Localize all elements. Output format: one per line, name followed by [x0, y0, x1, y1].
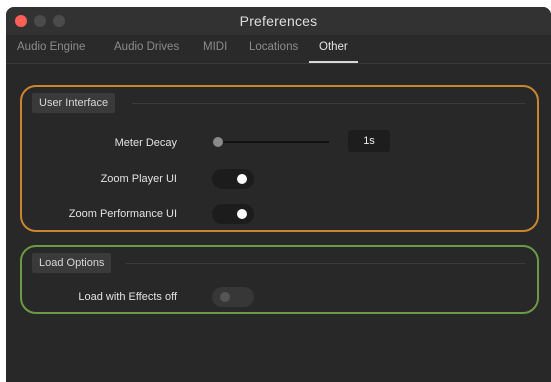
user-interface-header: User Interface	[32, 93, 116, 113]
zoom-performance-ui-toggle[interactable]	[212, 204, 254, 224]
title-bar[interactable]: Preferences	[6, 7, 551, 35]
meter-decay-slider[interactable]	[213, 135, 329, 149]
slider-thumb[interactable]	[213, 137, 223, 147]
meter-decay-label: Meter Decay	[114, 137, 177, 149]
zoom-player-ui-toggle[interactable]	[212, 169, 254, 189]
tab-bar: Audio Engine Audio Drives MIDI Locations…	[6, 35, 551, 64]
group-divider	[132, 103, 525, 104]
zoom-player-ui-label: Zoom Player UI	[100, 173, 177, 185]
slider-track	[213, 141, 329, 143]
tab-other[interactable]: Other	[309, 39, 358, 63]
preferences-window: Preferences Audio Engine Audio Drives MI…	[6, 7, 551, 382]
toggle-knob	[237, 174, 247, 184]
group-divider	[126, 263, 525, 264]
zoom-performance-ui-label: Zoom Performance UI	[68, 208, 177, 220]
user-interface-group: User Interface Meter Decay 1s Zoom Playe…	[20, 85, 539, 232]
tab-midi[interactable]: MIDI	[203, 39, 227, 63]
load-options-header: Load Options	[32, 253, 112, 273]
tab-locations[interactable]: Locations	[249, 39, 298, 63]
toggle-knob	[237, 209, 247, 219]
tab-audio-engine[interactable]: Audio Engine	[17, 39, 85, 63]
load-with-effects-off-label: Load with Effects off	[78, 291, 177, 303]
preferences-content: User Interface Meter Decay 1s Zoom Playe…	[6, 64, 551, 382]
tab-audio-drives[interactable]: Audio Drives	[114, 39, 179, 63]
toggle-knob	[220, 292, 230, 302]
load-options-group: Load Options Load with Effects off	[20, 245, 539, 314]
load-with-effects-off-toggle[interactable]	[212, 287, 254, 307]
window-title: Preferences	[239, 13, 318, 29]
meter-decay-value[interactable]: 1s	[348, 130, 390, 152]
